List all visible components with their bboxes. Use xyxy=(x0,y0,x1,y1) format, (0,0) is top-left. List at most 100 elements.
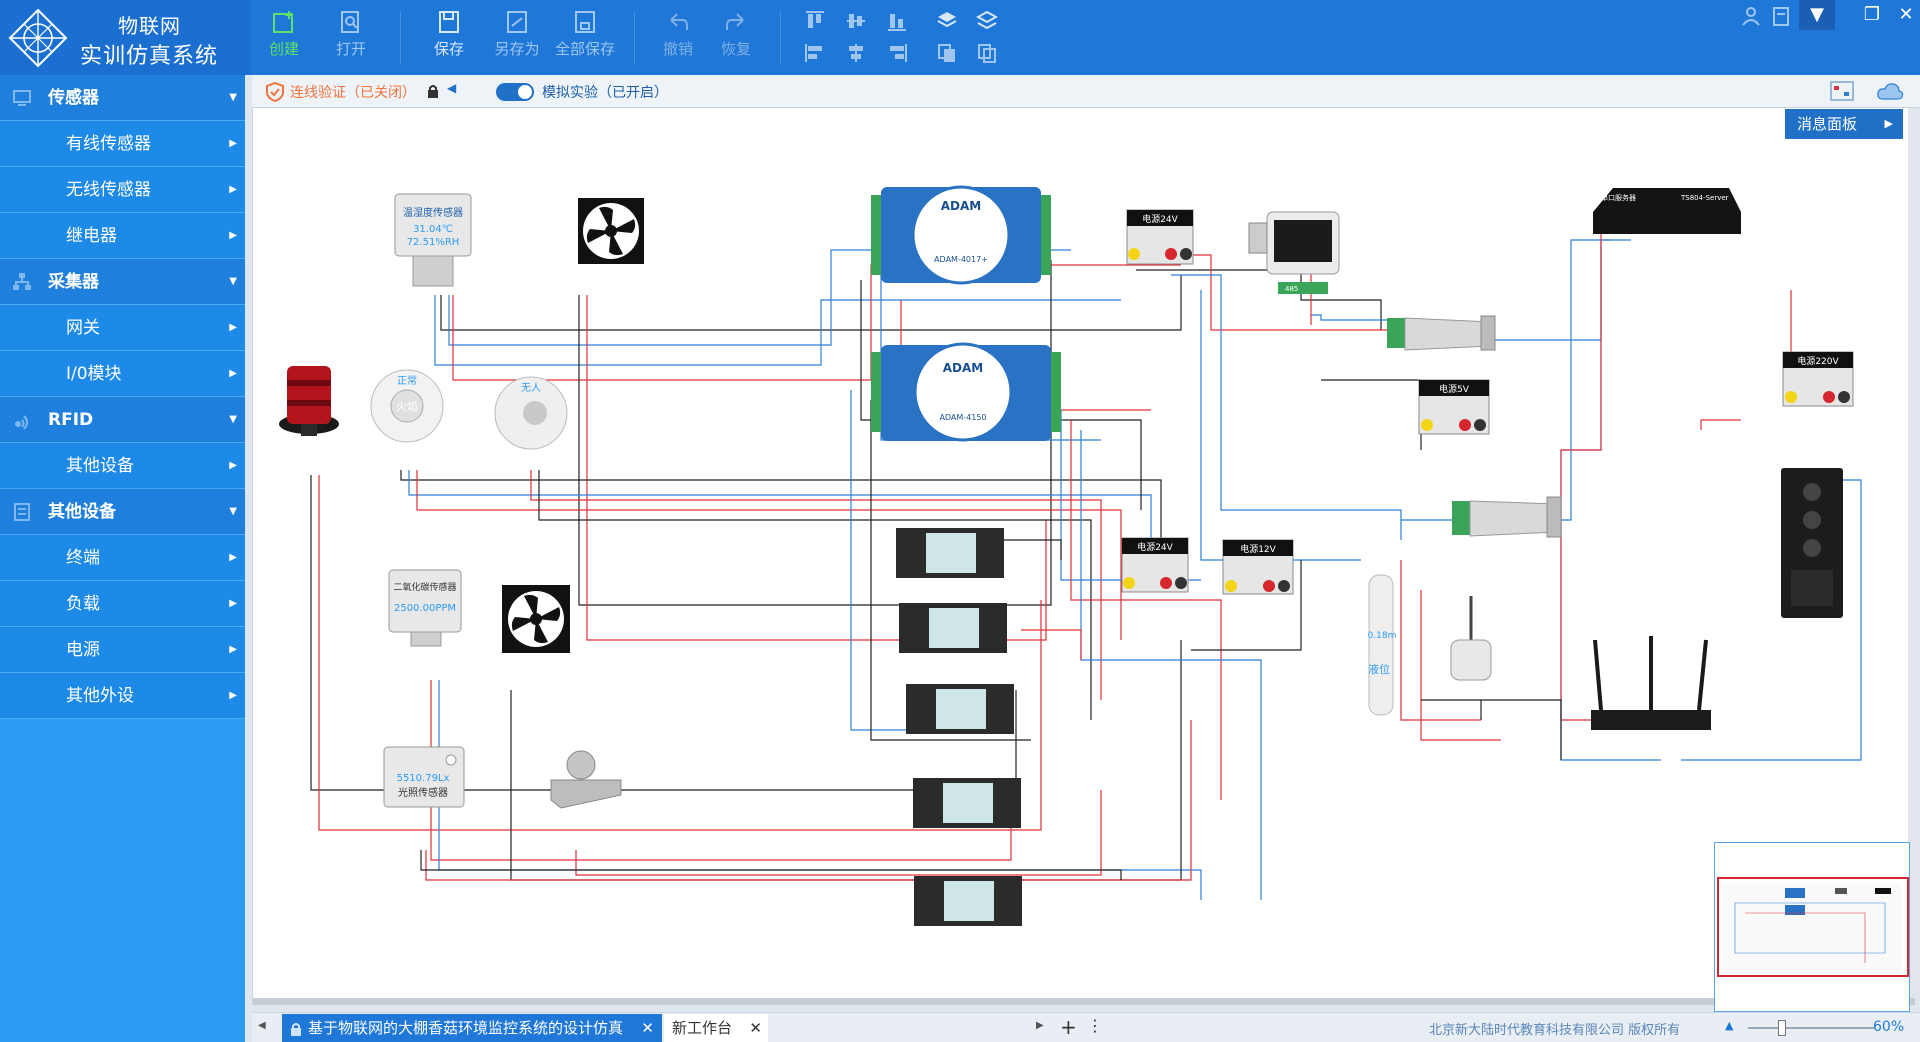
relay-5[interactable] xyxy=(914,876,1022,926)
power-supply-24v-top[interactable]: 电源24V xyxy=(1126,209,1194,265)
rs485-converter-bottom[interactable] xyxy=(1452,496,1562,538)
light-sensor[interactable]: 5510.79Lx 光照传感器 xyxy=(383,746,465,808)
humidifier-device[interactable] xyxy=(1450,596,1492,681)
flame-sensor[interactable]: 正常 火焰 xyxy=(370,369,444,443)
add-tab-icon[interactable]: + xyxy=(1060,1015,1077,1039)
sidebar-item-terminal[interactable]: 终端 ▶ xyxy=(0,535,245,581)
co2-readout: 2500.00PPM xyxy=(394,603,456,614)
simulate-toggle[interactable] xyxy=(496,83,534,101)
layer-down-icon[interactable] xyxy=(976,10,998,32)
power-supply-220v[interactable]: 电源220V xyxy=(1782,351,1854,407)
sidebar-item-wired-sensor[interactable]: 有线传感器 ▶ xyxy=(0,121,245,167)
psu-label: 电源5V xyxy=(1439,383,1470,395)
relay-3[interactable] xyxy=(906,684,1014,734)
tab-scroll-left-icon[interactable]: ◀ xyxy=(258,1020,266,1031)
message-panel-label: 消息面板 xyxy=(1797,115,1858,133)
sidebar-item-rfid-other[interactable]: 其他设备 ▶ xyxy=(0,443,245,489)
align-left-icon[interactable] xyxy=(804,42,826,64)
collapse-left-icon[interactable]: ◀ xyxy=(447,81,456,95)
undo-button[interactable]: 撤销 xyxy=(648,10,708,66)
user-icon[interactable] xyxy=(1740,5,1762,27)
wireless-router[interactable] xyxy=(1591,636,1711,730)
sidebar-item-io-module[interactable]: I/0模块 ▶ xyxy=(0,351,245,397)
redo-button[interactable]: 恢复 xyxy=(706,10,766,66)
adam-4017-module[interactable]: ADAM ADAM-4017+ xyxy=(871,185,1051,285)
message-panel-button[interactable]: 消息面板 ▶ xyxy=(1785,109,1903,139)
cloud-icon[interactable] xyxy=(1876,81,1904,101)
zoom-level: 60% xyxy=(1873,1019,1905,1035)
power-supply-5v[interactable]: 电源5V xyxy=(1418,379,1490,435)
tab-close-icon[interactable]: ✕ xyxy=(641,1014,654,1042)
psu-label: 电源12V xyxy=(1240,543,1276,555)
clipboard-icon[interactable] xyxy=(1770,5,1792,27)
open-button[interactable]: 打开 xyxy=(321,10,381,66)
sidebar-item-wireless-sensor[interactable]: 无线传感器 ▶ xyxy=(0,167,245,213)
canvas-minimap[interactable] xyxy=(1714,842,1910,1012)
align-bottom-icon[interactable] xyxy=(886,10,908,32)
align-center-icon[interactable] xyxy=(845,42,867,64)
close-window-button[interactable]: ✕ xyxy=(1888,0,1920,30)
save-as-button[interactable]: 另存为 xyxy=(487,10,547,66)
design-canvas[interactable]: 温湿度传感器 31.04℃ 72.51%RH 正常 火焰 无人 二氧化碳传感器 … xyxy=(252,108,1915,1005)
network-tree-icon xyxy=(13,273,31,290)
align-right-icon[interactable] xyxy=(886,42,908,64)
save-all-button[interactable]: 全部保存 xyxy=(554,10,616,66)
relay-1[interactable] xyxy=(896,528,1004,578)
layer-up-icon[interactable] xyxy=(936,10,958,32)
temp-humidity-sensor[interactable]: 温湿度传感器 31.04℃ 72.51%RH xyxy=(394,193,472,287)
copy-icon[interactable] xyxy=(936,42,958,64)
tab-project[interactable]: 基于物联网的大棚香菇环境监控系统的设计仿真 ✕ xyxy=(282,1014,662,1042)
more-options-icon[interactable]: ⋮ xyxy=(1087,1016,1103,1035)
fan-1[interactable] xyxy=(578,198,644,264)
zoom-slider[interactable] xyxy=(1748,1020,1874,1036)
alarm-lamp[interactable] xyxy=(279,366,339,436)
tab-scroll-right-icon[interactable]: ▶ xyxy=(1036,1020,1044,1031)
adam-4150-module[interactable]: ADAM ADAM-4150 xyxy=(871,342,1061,442)
iot-gateway[interactable]: 485 xyxy=(1248,211,1340,294)
fan-2[interactable] xyxy=(502,585,570,653)
power-supply-12v[interactable]: 电源12V xyxy=(1222,539,1294,595)
light-readout: 5510.79Lx xyxy=(397,773,450,784)
sidebar-item-load[interactable]: 负载 ▶ xyxy=(0,581,245,627)
dropdown-menu-button[interactable]: ▼ xyxy=(1799,0,1835,30)
sidebar-section-sensors[interactable]: 传感器 ▼ xyxy=(0,75,245,121)
device-list-icon xyxy=(14,503,30,521)
relay-2[interactable] xyxy=(899,603,1007,653)
psu-label: 电源220V xyxy=(1797,355,1839,367)
paste-icon[interactable] xyxy=(976,42,998,64)
create-button[interactable]: 创建 xyxy=(254,10,314,66)
co2-title: 二氧化碳传感器 xyxy=(393,581,456,593)
relay-4[interactable] xyxy=(913,778,1021,828)
save-as-label: 另存为 xyxy=(494,40,540,58)
tab-close-icon[interactable]: ✕ xyxy=(749,1014,762,1042)
rs485-converter-top[interactable] xyxy=(1387,315,1496,351)
serial-server[interactable]: 串口服务器 TS804-Server xyxy=(1593,188,1741,234)
sidebar-section-collectors[interactable]: 采集器 ▼ xyxy=(0,259,245,305)
chevron-down-icon: ▼ xyxy=(1810,4,1824,25)
sidebar-item-gateway[interactable]: 网关 ▶ xyxy=(0,305,245,351)
electromagnetic-lock[interactable] xyxy=(550,750,622,809)
save-button[interactable]: 保存 xyxy=(419,10,479,66)
pc-tower[interactable] xyxy=(1781,468,1843,618)
zoom-slider-handle[interactable] xyxy=(1778,1020,1786,1036)
minimap-viewport[interactable] xyxy=(1717,877,1909,977)
horizontal-scrollbar[interactable] xyxy=(253,998,1915,1005)
align-top-icon[interactable] xyxy=(804,10,826,32)
power-supply-24v-bottom[interactable]: 电源24V xyxy=(1121,537,1189,593)
human-body-sensor[interactable]: 无人 xyxy=(494,376,568,450)
zoom-toggle-icon[interactable]: ▲ xyxy=(1725,1019,1733,1032)
sidebar-item-relay[interactable]: 继电器 ▶ xyxy=(0,213,245,259)
sidebar-section-rfid[interactable]: RFID ▼ xyxy=(0,397,245,443)
undo-label: 撤销 xyxy=(662,40,693,58)
sidebar-item-peripherals[interactable]: 其他外设 ▶ xyxy=(0,673,245,719)
co2-sensor[interactable]: 二氧化碳传感器 2500.00PPM xyxy=(388,569,462,647)
liquid-level-sensor[interactable]: 0.18m 液位 xyxy=(1368,574,1397,716)
tab-new-workspace[interactable]: 新工作台 ✕ xyxy=(664,1014,768,1042)
sidebar-item-label: 继电器 xyxy=(66,226,117,246)
restore-window-button[interactable]: ❐ xyxy=(1854,0,1890,30)
sidebar-section-other-devices[interactable]: 其他设备 ▼ xyxy=(0,489,245,535)
connection-verify-status[interactable]: 连线验证（已关闭） xyxy=(290,82,416,102)
layout-icon[interactable] xyxy=(1830,81,1854,101)
align-middle-icon[interactable] xyxy=(845,10,867,32)
sidebar-item-power[interactable]: 电源 ▶ xyxy=(0,627,245,673)
